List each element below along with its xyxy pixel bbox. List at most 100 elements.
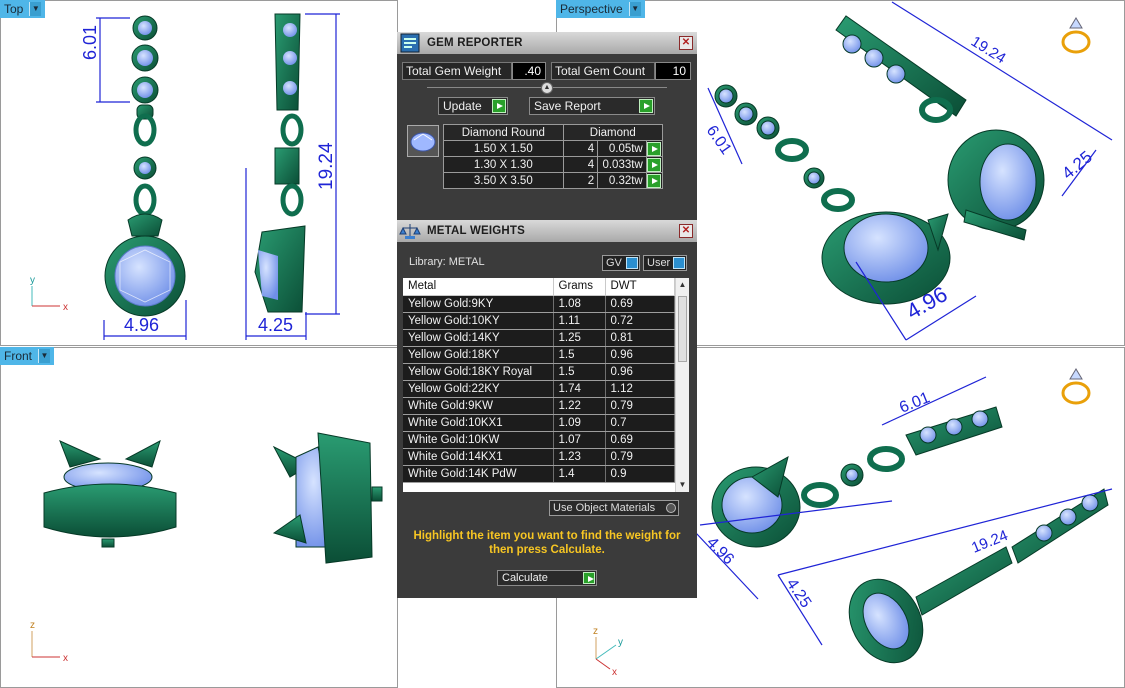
user-toggle[interactable]: User	[643, 255, 687, 271]
metal-dwt: 0.69	[605, 431, 675, 449]
table-row[interactable]: Yellow Gold:10KY 1.11 0.72	[403, 312, 675, 330]
scrollbar-thumb[interactable]	[678, 296, 687, 362]
ring-icon	[1061, 17, 1091, 54]
update-button-label: Update	[443, 99, 482, 113]
metal-name: White Gold:14KX1	[403, 448, 554, 466]
metal-dwt: 0.81	[605, 329, 675, 347]
metal-dwt: 0.72	[605, 312, 675, 330]
gem-count: 2	[562, 172, 599, 189]
metal-name: Yellow Gold:18KY	[403, 346, 554, 364]
calculate-hint: Highlight the item you want to find the …	[413, 530, 681, 556]
table-row[interactable]: White Gold:14KX1 1.23 0.79	[403, 448, 675, 466]
table-row[interactable]: White Gold:10KW 1.07 0.69	[403, 431, 675, 449]
metal-name: White Gold:10KW	[403, 431, 554, 449]
metal-name: Yellow Gold:10KY	[403, 312, 554, 330]
gem-reporter-panel: GEM REPORTER ✕ Total Gem Weight .40 Tota…	[397, 32, 697, 222]
svg-text:z: z	[30, 620, 35, 631]
play-icon	[647, 173, 662, 188]
play-icon	[492, 99, 506, 113]
metal-name: Yellow Gold:14KY	[403, 329, 554, 347]
metal-table: Metal Grams DWT Yellow Gold:9KY 1.08 0.69 …	[403, 278, 675, 483]
table-row[interactable]: White Gold:9KW 1.22 0.79	[403, 397, 675, 415]
close-icon[interactable]: ✕	[679, 36, 693, 50]
front-view-drawing: z x	[30, 432, 383, 664]
metal-dwt: 0.79	[605, 397, 675, 415]
table-row[interactable]: Yellow Gold:18KY 1.5 0.96	[403, 346, 675, 364]
dim-label: 6.01	[897, 389, 932, 416]
metal-name: White Gold:14K PdW	[403, 465, 554, 483]
update-button[interactable]: Update	[438, 97, 508, 115]
gv-toggle[interactable]: GV	[602, 255, 640, 271]
table-row[interactable]: White Gold:10KX1 1.09 0.7	[403, 414, 675, 432]
viewport-front[interactable]: Front ▼ z x	[0, 347, 398, 688]
table-row[interactable]: 3.50 X 3.50 2 0.32tw	[443, 172, 664, 189]
metal-dwt: 0.79	[605, 448, 675, 466]
save-report-button[interactable]: Save Report	[529, 97, 655, 115]
column-header[interactable]: DWT	[605, 278, 675, 296]
use-object-materials-toggle[interactable]: Use Object Materials	[549, 500, 679, 516]
row-go-button[interactable]	[645, 140, 664, 157]
metal-dwt: 0.96	[605, 363, 675, 381]
play-icon	[647, 157, 662, 172]
table-row[interactable]: 1.50 X 1.50 4 0.05tw	[443, 140, 664, 157]
close-icon[interactable]: ✕	[679, 224, 693, 238]
metal-grams: 1.07	[553, 431, 606, 449]
metal-dwt: 0.69	[605, 295, 675, 313]
calculate-button[interactable]: Calculate	[497, 570, 597, 586]
metal-dwt: 0.96	[605, 346, 675, 364]
dim-label: 4.25	[258, 315, 293, 335]
gem-reporter-icon	[400, 33, 420, 53]
collapse-toggle-icon[interactable]: ▲	[541, 82, 553, 94]
metal-name: Yellow Gold:22KY	[403, 380, 554, 398]
row-go-button[interactable]	[645, 156, 664, 173]
metal-grams: 1.25	[553, 329, 606, 347]
column-header[interactable]: Grams	[553, 278, 606, 296]
gem-count: 4	[562, 140, 599, 157]
play-icon	[583, 572, 595, 584]
metal-grams: 1.5	[553, 363, 606, 381]
pendant-front	[104, 15, 186, 317]
table-row[interactable]: White Gold:14K PdW 1.4 0.9	[403, 465, 675, 483]
use-object-materials-label: Use Object Materials	[553, 502, 656, 514]
row-go-button[interactable]	[645, 172, 664, 189]
user-toggle-label: User	[647, 257, 671, 269]
metal-grams: 1.11	[553, 312, 606, 330]
table-row[interactable]: Yellow Gold:22KY 1.74 1.12	[403, 380, 675, 398]
metal-name: White Gold:10KX1	[403, 414, 554, 432]
gem-size: 1.30 X 1.30	[443, 156, 564, 173]
total-gem-weight-label: Total Gem Weight	[402, 62, 512, 80]
dim-label: 19.24	[316, 142, 337, 190]
metal-dwt: 0.9	[605, 465, 675, 483]
table-row[interactable]: Yellow Gold:14KY 1.25 0.81	[403, 329, 675, 347]
table-row[interactable]: Yellow Gold:18KY Royal 1.5 0.96	[403, 363, 675, 381]
gem-weight: 0.32tw	[597, 172, 647, 189]
top-view-drawing: 6.01 19.24 4.96 4.25 y x	[30, 13, 340, 340]
play-icon	[647, 141, 662, 156]
gem-thumbnail	[407, 125, 439, 157]
axis-icon: z y x	[593, 626, 623, 678]
pendant-side	[254, 13, 306, 313]
metal-weights-header[interactable]: METAL WEIGHTS ✕	[397, 220, 697, 242]
radio-icon	[666, 503, 676, 513]
scroll-down-icon[interactable]: ▼	[676, 478, 689, 492]
metal-grams: 1.09	[553, 414, 606, 432]
library-label: Library: METAL	[409, 256, 485, 268]
scroll-up-icon[interactable]: ▲	[676, 278, 689, 292]
table-row[interactable]: 1.30 X 1.30 4 0.033tw	[443, 156, 664, 173]
metal-list[interactable]: Metal Grams DWT Yellow Gold:9KY 1.08 0.69 …	[403, 278, 689, 492]
gem-reporter-header[interactable]: GEM REPORTER ✕	[397, 32, 697, 54]
svg-text:x: x	[63, 302, 68, 313]
dim-label: 6.01	[80, 25, 100, 60]
table-row[interactable]: Yellow Gold:9KY 1.08 0.69	[403, 295, 675, 313]
scrollbar[interactable]: ▲ ▼	[675, 278, 689, 492]
total-gem-count-value: 10	[655, 62, 691, 80]
metal-grams: 1.4	[553, 465, 606, 483]
metal-grams: 1.74	[553, 380, 606, 398]
axis-icon: z x	[30, 620, 68, 664]
metal-name: Yellow Gold:9KY	[403, 295, 554, 313]
column-header[interactable]: Metal	[403, 278, 554, 296]
viewport-top[interactable]: Top ▼ 6.01 19.24 4.96 4.25 y x	[0, 0, 398, 346]
svg-text:x: x	[63, 653, 68, 664]
axis-icon: y x	[30, 275, 68, 313]
dim-label: 6.01	[703, 123, 735, 158]
